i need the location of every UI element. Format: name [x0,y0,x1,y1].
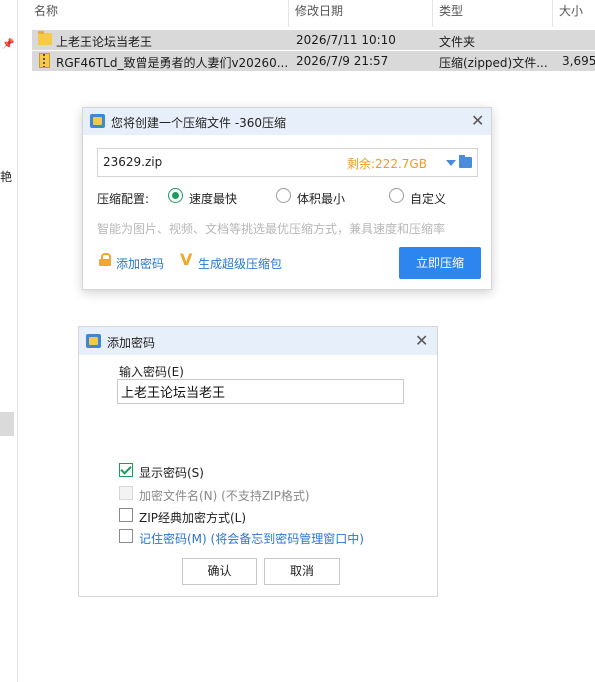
file-list-header: 名称 修改日期 类型 大小 [18,0,595,27]
nav-item-fragment[interactable]: 艳 [0,168,12,185]
pin-icon[interactable]: 📌 [2,40,14,50]
close-icon[interactable]: ✕ [471,113,484,129]
remember-password-label[interactable]: 记住密码(M) (将会备忘到密码管理窗口中) [139,530,364,547]
compress-hint-text: 智能为图片、视频、文档等挑选最优压缩方式，兼具速度和压缩率 [97,222,446,236]
super-package-icon[interactable]: V [180,250,192,269]
password-input-label: 输入密码(E) [119,365,184,379]
option-fastest-radio[interactable] [168,188,183,203]
add-password-link[interactable]: 添加密码 [116,255,164,272]
column-header-name[interactable]: 名称 [34,2,58,19]
file-type: 文件夹 [439,35,476,49]
column-header-size[interactable]: 大小 [559,2,583,19]
cancel-button[interactable]: 取消 [264,558,340,585]
column-divider[interactable] [432,0,433,27]
zip-file-icon [39,53,50,68]
option-custom-label[interactable]: 自定义 [410,190,446,207]
chevron-down-icon[interactable] [446,160,456,166]
close-icon[interactable]: ✕ [415,333,428,349]
file-name: 上老王论坛当老王 [56,35,153,49]
confirm-button[interactable]: 确认 [182,558,257,585]
file-row-folder[interactable]: 上老王论坛当老王 2026/7/11 10:10 文件夹 [32,30,595,50]
zip-classic-encryption-checkbox[interactable] [119,508,133,522]
file-type: 压缩(zipped)文件... [439,56,548,70]
zip-classic-encryption-label[interactable]: ZIP经典加密方式(L) [139,509,246,526]
column-header-type[interactable]: 类型 [439,2,463,19]
column-divider[interactable] [288,0,289,27]
show-password-checkbox[interactable] [119,463,133,477]
encrypt-filenames-label: 加密文件名(N) (不支持ZIP格式) [139,489,310,503]
column-header-modified[interactable]: 修改日期 [295,2,343,19]
column-divider[interactable] [552,0,553,27]
nav-scrollbar-thumb[interactable] [0,412,14,436]
lock-icon[interactable] [99,253,111,266]
option-custom-radio[interactable] [389,188,404,203]
show-password-label[interactable]: 显示密码(S) [139,464,204,481]
option-smallest-radio[interactable] [276,188,291,203]
file-row-zip[interactable]: RGF46TLd_致曾是勇者的人妻们v20260... 2026/7/9 21:… [32,51,595,71]
add-password-dialog: 添加密码 ✕ 输入密码(E) 显示密码(S) 加密文件名(N) (不支持ZIP格… [78,326,438,597]
dialog-titlebar[interactable]: 添加密码 ✕ [79,327,437,355]
password-input[interactable] [117,379,404,404]
browse-folder-icon[interactable] [459,155,472,168]
file-name: RGF46TLd_致曾是勇者的人妻们v20260... [56,56,288,70]
file-modified: 2026/7/11 10:10 [296,33,396,47]
compress-now-button[interactable]: 立即压缩 [399,247,481,279]
360-zip-icon [90,114,105,128]
dialog-titlebar[interactable]: 您将创建一个压缩文件 -360压缩 ✕ [83,108,491,135]
encrypt-filenames-checkbox [119,486,133,500]
remember-password-checkbox[interactable] [119,529,133,543]
compress-dialog: 您将创建一个压缩文件 -360压缩 ✕ 23629.zip 剩余:222.7GB… [82,107,492,290]
super-package-link[interactable]: 生成超级压缩包 [198,255,282,272]
free-space-label: 剩余:222.7GB [347,157,427,171]
dialog-title: 您将创建一个压缩文件 -360压缩 [111,116,287,130]
compress-config-label: 压缩配置: [97,192,150,206]
file-modified: 2026/7/9 21:57 [296,54,389,68]
output-path-field[interactable]: 23629.zip 剩余:222.7GB [97,148,478,177]
file-size: 3,695 [562,54,595,68]
option-smallest-label[interactable]: 体积最小 [297,190,345,207]
navigation-pane: 📌 艳 [0,0,18,682]
360-zip-icon [86,334,101,348]
output-file-name[interactable]: 23629.zip [103,155,162,169]
option-fastest-label[interactable]: 速度最快 [189,190,237,207]
dialog-title: 添加密码 [107,336,156,350]
folder-icon [38,31,52,45]
